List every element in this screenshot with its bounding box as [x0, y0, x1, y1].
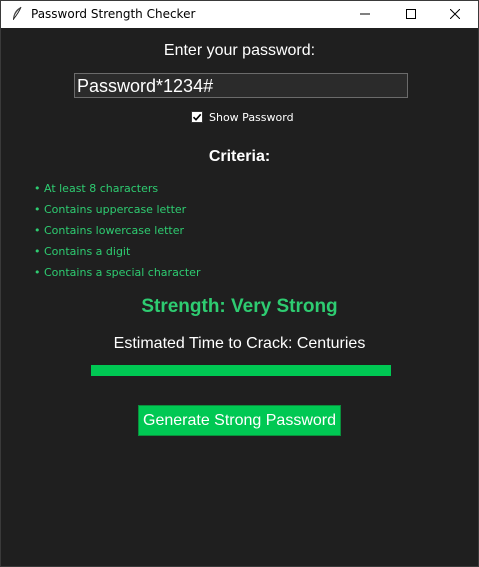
crack-time-label: Estimated Time to Crack: Centuries [113, 335, 366, 352]
strength-progress-fill [91, 365, 391, 376]
criteria-list: • At least 8 characters • Contains upper… [34, 181, 200, 286]
strength-progress-bar [91, 365, 391, 376]
feather-icon [10, 6, 24, 22]
show-password-toggle[interactable]: Show Password [191, 109, 294, 125]
generate-password-button[interactable]: Generate Strong Password [138, 405, 341, 436]
window-title: Password Strength Checker [31, 7, 196, 21]
criteria-item: • At least 8 characters [34, 182, 159, 195]
password-input[interactable]: Password*1234# [74, 73, 408, 98]
main-content: Enter your password: Password*1234# Show… [1, 28, 478, 566]
title-bar[interactable]: Password Strength Checker [1, 1, 478, 28]
close-icon [449, 6, 461, 24]
app-window: Password Strength Checker Enter your pas… [0, 0, 479, 567]
criteria-title: Criteria: [208, 148, 271, 165]
maximize-button[interactable] [388, 1, 434, 28]
criteria-item: • Contains uppercase letter [34, 203, 187, 216]
show-password-checkbox[interactable] [191, 111, 203, 123]
criteria-item: • Contains lowercase letter [34, 224, 185, 237]
strength-label: Strength: Very Strong [141, 296, 338, 317]
minimize-button[interactable] [342, 1, 388, 28]
password-prompt-label: Enter your password: [163, 42, 316, 59]
criteria-item: • Contains a special character [34, 266, 201, 279]
minimize-icon [360, 6, 370, 24]
criteria-item: • Contains a digit [34, 245, 131, 258]
checkmark-icon [192, 113, 202, 121]
maximize-icon [406, 6, 416, 24]
close-button[interactable] [432, 1, 478, 28]
show-password-label: Show Password [209, 110, 294, 124]
